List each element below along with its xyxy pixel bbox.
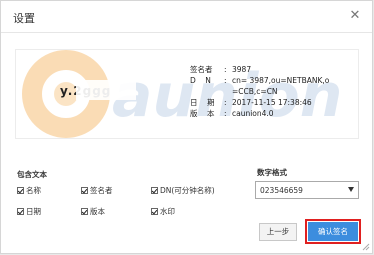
checkbox-checked-icon[interactable]	[17, 208, 24, 215]
redaction-mask	[76, 80, 136, 100]
checkbox-checked-icon[interactable]	[151, 208, 158, 215]
info-row: 签名者 : 3987	[190, 65, 252, 74]
info-row: 版 本 : caunion4.0	[190, 109, 274, 118]
close-icon[interactable]: ✕	[348, 9, 362, 23]
dialog-titlebar: 设置 ✕	[1, 1, 372, 33]
content-section-label: 包含文本	[17, 170, 47, 179]
option-dn[interactable]: DN(可分钟名称)	[151, 185, 215, 196]
settings-dialog: 设置 ✕ aunion y.2ggg 签名者 : 3987 D N : cn= …	[0, 0, 373, 254]
resize-grip-icon[interactable]	[362, 243, 370, 251]
option-name[interactable]: 名称	[17, 185, 41, 196]
checkbox-checked-icon[interactable]	[151, 187, 158, 194]
confirm-sign-button[interactable]: 确认签名	[308, 222, 358, 241]
digit-format-select[interactable]: 023546659	[255, 181, 359, 199]
option-version[interactable]: 版本	[81, 206, 105, 217]
option-date[interactable]: 日期	[17, 206, 41, 217]
signature-info: 签名者 : 3987 D N : cn= 3987,ou=NETBANK,o =…	[190, 64, 329, 119]
digit-format-value: 023546659	[260, 186, 303, 195]
info-row: 日 期 : 2017-11-15 17:38:46	[190, 98, 312, 107]
option-signer[interactable]: 签名者	[81, 185, 113, 196]
previous-step-button[interactable]: 上一步	[259, 223, 297, 241]
dialog-title: 设置	[13, 12, 35, 25]
checkbox-checked-icon[interactable]	[81, 208, 88, 215]
option-watermark[interactable]: 水印	[151, 206, 175, 217]
signature-preview: aunion y.2ggg 签名者 : 3987 D N : cn= 3987,…	[15, 49, 359, 139]
dropdown-arrow-icon[interactable]	[348, 187, 354, 192]
info-row: D N : cn= 3987,ou=NETBANK,o	[190, 76, 330, 85]
checkbox-checked-icon[interactable]	[81, 187, 88, 194]
digit-format-label: 数字格式	[257, 168, 287, 177]
checkbox-checked-icon[interactable]	[17, 187, 24, 194]
info-row: =CCB,c=CN	[232, 87, 278, 96]
